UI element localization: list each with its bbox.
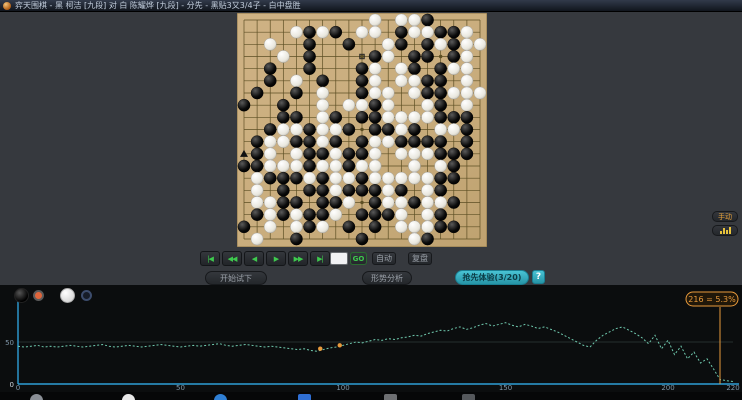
- manual-mode-button[interactable]: 手动: [712, 211, 738, 222]
- title-bar: 弈天围棋 - 黑 柯洁 [九段] 对 白 陈耀烨 [九段] - 分先 - 黑贴3…: [0, 0, 742, 12]
- playback-controls: |◀ ◀◀ ◀ ▶ ▶▶ ▶|: [200, 251, 330, 266]
- x-tick-label: 150: [499, 384, 512, 392]
- premium-trial-button[interactable]: 抢先体验(3/20): [455, 270, 529, 285]
- start-trial-button[interactable]: 开始试下: [205, 271, 267, 285]
- nav-back-button[interactable]: ◀: [244, 251, 264, 266]
- x-tick-label: 50: [176, 384, 185, 392]
- black-winrate-toggle[interactable]: [33, 289, 44, 301]
- x-tick-label: 220: [726, 384, 739, 392]
- nav-first-button[interactable]: |◀: [200, 251, 220, 266]
- go-board[interactable]: [237, 13, 487, 247]
- help-button[interactable]: ?: [532, 270, 545, 284]
- winrate-chart[interactable]: 0 50 100 150 200 220 0 50 216 = 5.3%: [0, 285, 742, 392]
- app-window: 弈天围棋 - 黑 柯洁 [九段] 对 白 陈耀烨 [九段] - 分先 - 黑贴3…: [0, 0, 742, 400]
- taskbar-icon-gray-app[interactable]: [384, 394, 397, 400]
- taskbar-icon-white-circle[interactable]: [122, 394, 135, 400]
- y-tick-label: 50: [5, 339, 14, 347]
- review-button[interactable]: 复盘: [408, 252, 432, 265]
- taskbar-icon-blue-window[interactable]: [298, 394, 311, 400]
- taskbar-icon-sphere[interactable]: [30, 394, 43, 400]
- auto-play-button[interactable]: 自动: [372, 252, 396, 265]
- window-title: 弈天围棋 - 黑 柯洁 [九段] 对 白 陈耀烨 [九段] - 分先 - 黑贴3…: [15, 1, 301, 10]
- marked-move-dot[interactable]: [318, 346, 323, 351]
- chart-legend: [14, 287, 92, 303]
- white-stone-icon: [60, 287, 75, 303]
- x-tick-label: 200: [661, 384, 674, 392]
- windows-taskbar[interactable]: [0, 392, 742, 400]
- move-number-input[interactable]: [330, 252, 348, 265]
- black-stone-icon: [14, 287, 29, 303]
- app-icon: [3, 1, 11, 10]
- white-winrate-toggle[interactable]: [81, 289, 92, 301]
- go-button[interactable]: GO: [350, 252, 367, 265]
- nav-forward-button[interactable]: ▶: [266, 251, 286, 266]
- shape-analysis-button[interactable]: 形势分析: [362, 271, 412, 285]
- marked-move-dot[interactable]: [337, 343, 342, 348]
- winrate-line: [17, 322, 734, 382]
- winrate-chart-button[interactable]: [712, 225, 738, 236]
- x-tick-label: 0: [16, 384, 20, 392]
- tooltip-text: 216 = 5.3%: [688, 295, 736, 304]
- y-tick-label: 0: [10, 381, 14, 389]
- nav-back10-button[interactable]: ◀◀: [222, 251, 242, 266]
- bar-chart-icon: [719, 227, 731, 234]
- nav-forward10-button[interactable]: ▶▶: [288, 251, 308, 266]
- taskbar-icon-gray-app2[interactable]: [462, 394, 475, 400]
- nav-last-button[interactable]: ▶|: [310, 251, 330, 266]
- x-tick-label: 100: [336, 384, 349, 392]
- winrate-chart-panel: 0 50 100 150 200 220 0 50 216 = 5.3%: [0, 285, 742, 392]
- taskbar-icon-blue-circle[interactable]: [214, 394, 227, 400]
